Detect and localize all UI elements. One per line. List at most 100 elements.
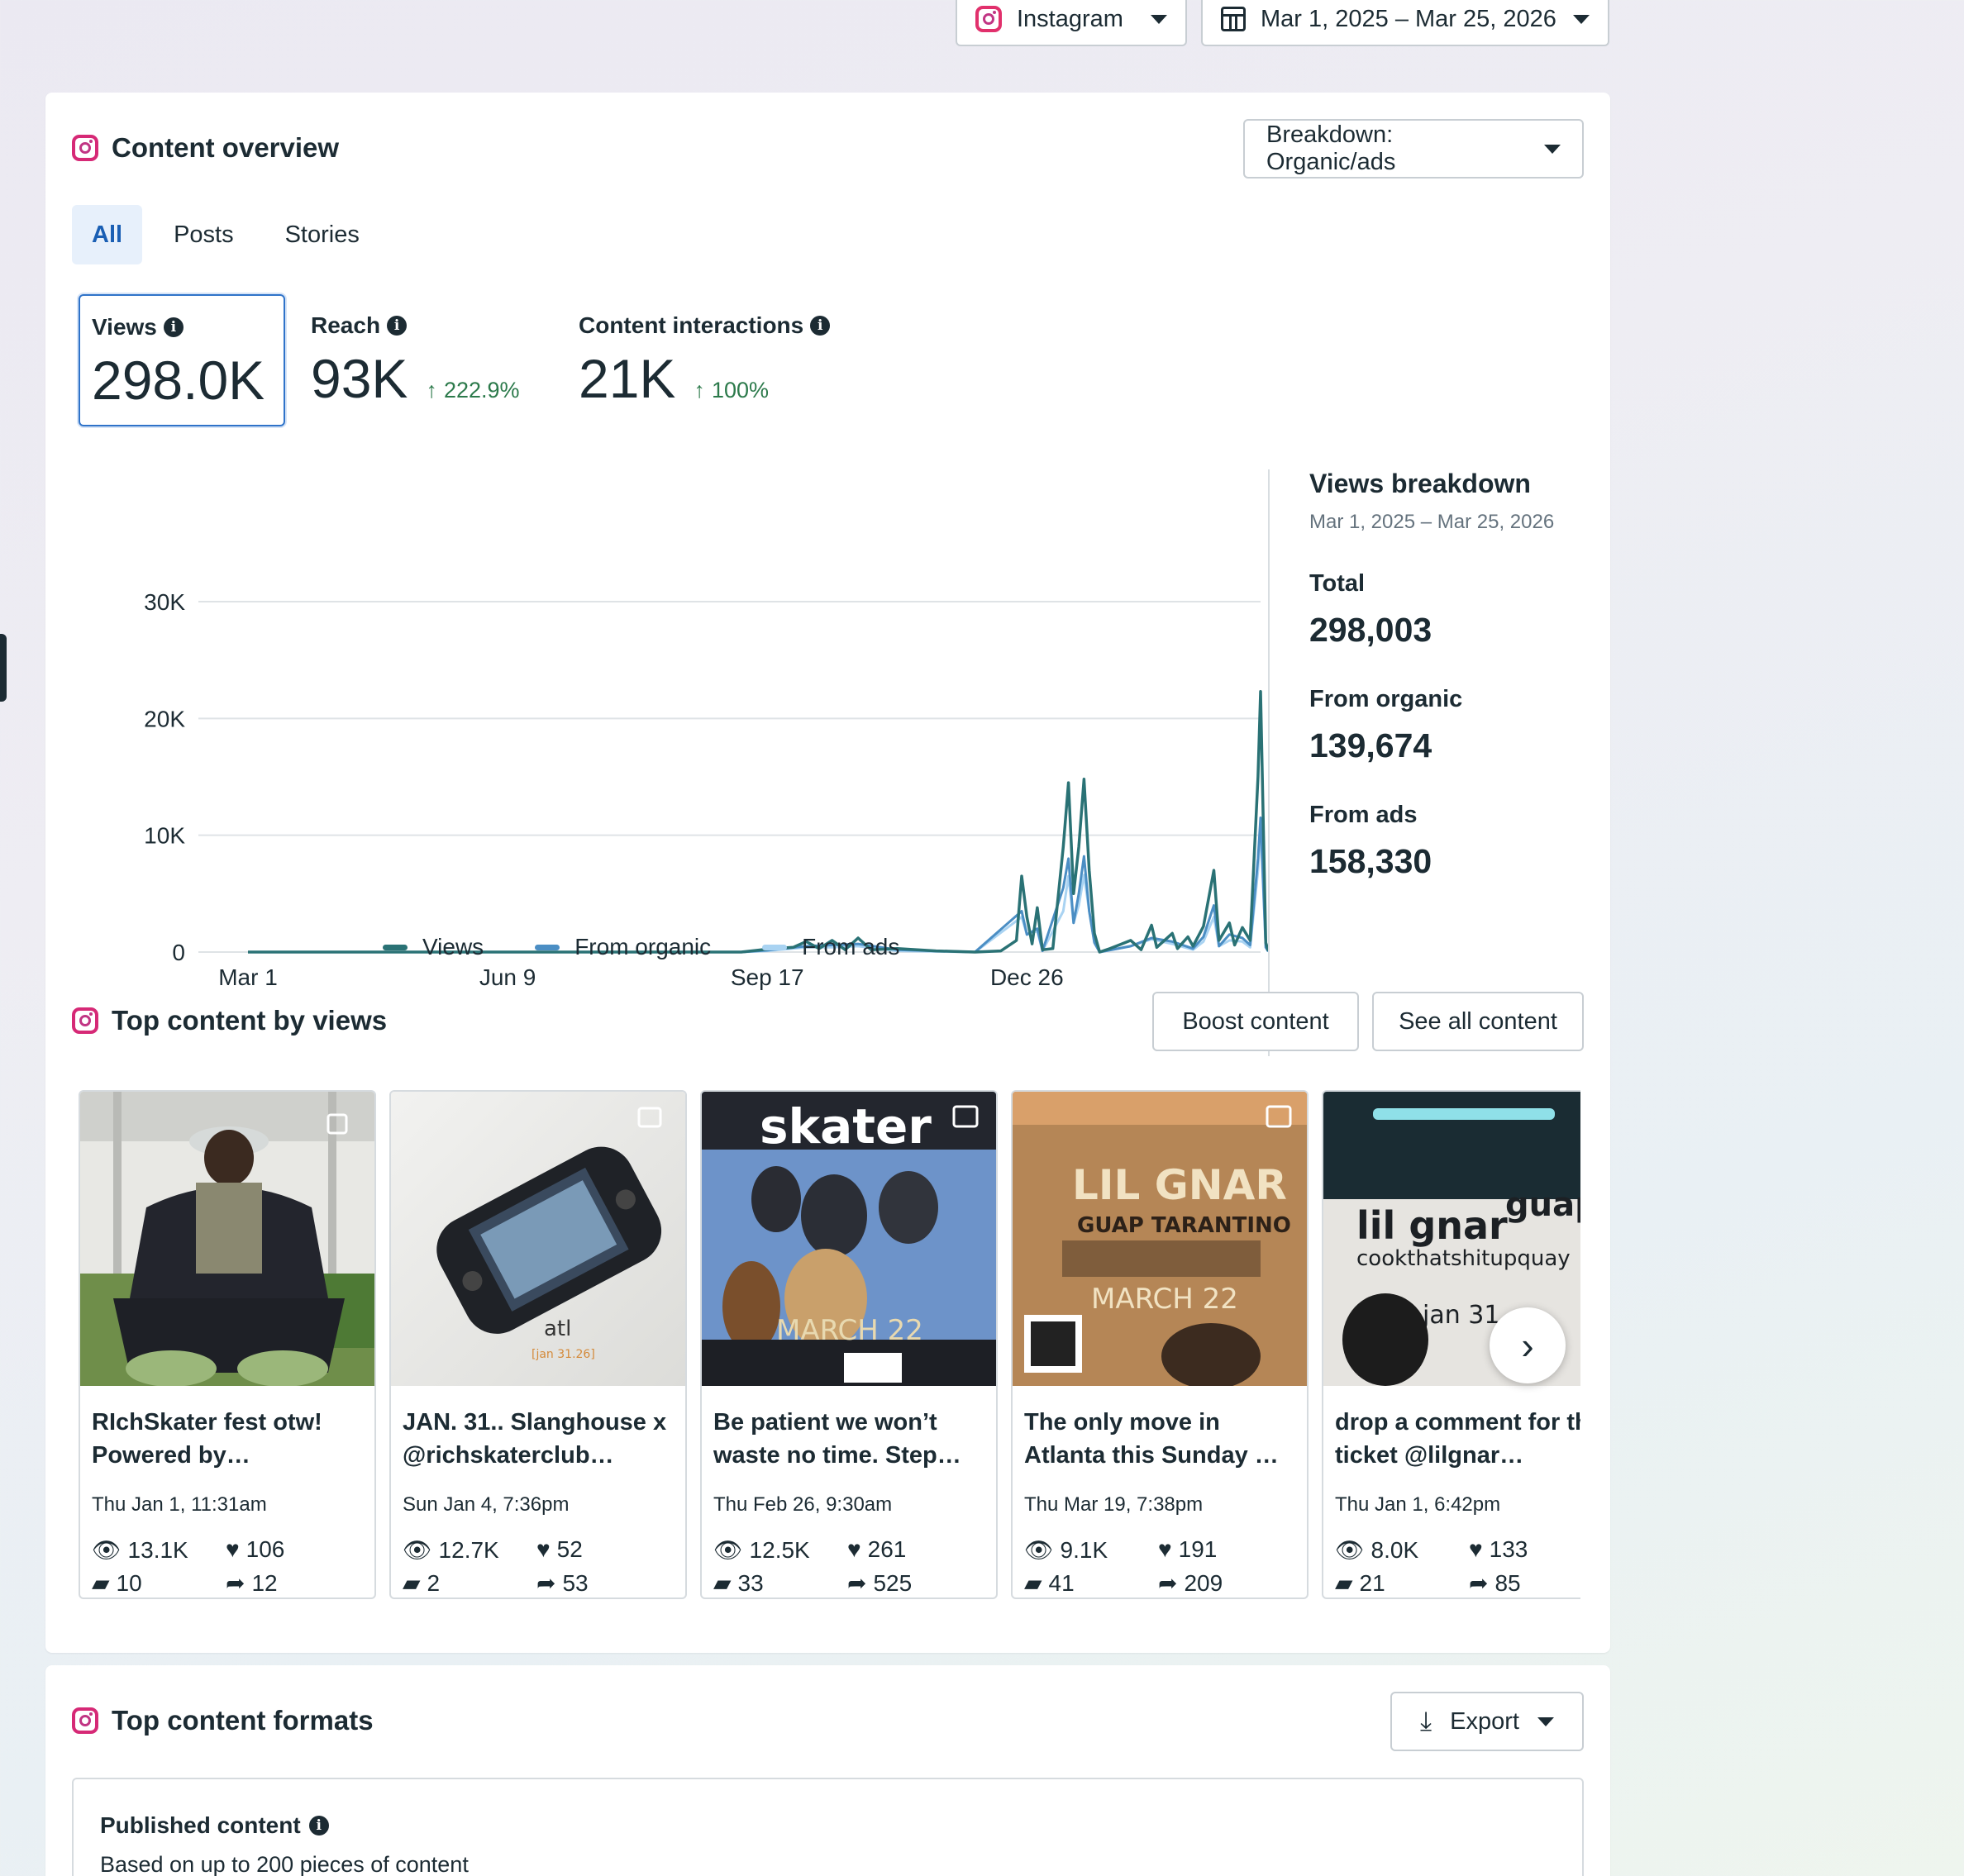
platform-selector[interactable]: Instagram [956, 0, 1187, 46]
instagram-icon [72, 1707, 98, 1734]
stat-value: 12 [251, 1569, 278, 1596]
info-icon[interactable]: i [387, 316, 408, 336]
top-content-carousel: RIchSkater fest otw! Powered by… Thu Jan… [79, 1090, 1580, 1611]
button-label: Boost content [1182, 1007, 1329, 1035]
stat-value: 261 [867, 1536, 907, 1562]
post-thumbnail[interactable]: atl [jan 31.26] [391, 1092, 685, 1386]
views-stat: 👁 8.0K [1335, 1536, 1418, 1564]
metric-value-text: 298.0K [92, 350, 265, 411]
delta-text: 100% [711, 378, 769, 402]
date-range-selector[interactable]: Mar 1, 2025 – Mar 25, 2026 [1201, 0, 1609, 46]
stat-value: 12.7K [438, 1536, 499, 1563]
likes-stat: ♥ 106 [226, 1536, 284, 1563]
instagram-icon [975, 6, 1002, 32]
section-title-text: Top content by views [112, 1005, 388, 1036]
calendar-icon [1221, 7, 1246, 31]
post-date: Thu Mar 19, 7:38pm [1024, 1493, 1204, 1516]
breakdown-ads-label: From ads [1309, 802, 1418, 828]
share-icon: ➦ [226, 1570, 246, 1596]
section-title-text: Top content formats [112, 1705, 374, 1736]
post-thumbnail[interactable]: skater MARCH 22 [702, 1092, 996, 1386]
post-card[interactable]: RIchSkater fest otw! Powered by… Thu Jan… [79, 1090, 376, 1599]
views-breakdown-panel: Views breakdown Mar 1, 2025 – Mar 25, 20… [1309, 469, 1574, 881]
chart-svg: 0 10K 20K 30K Mar 1 Jun 9 Sep 17 Dec 26 [144, 589, 1270, 990]
info-icon[interactable]: i [308, 1816, 329, 1836]
comments-stat: ▰ 10 [92, 1569, 142, 1597]
tab-all[interactable]: All [72, 205, 143, 264]
svg-text:[jan 31.26]: [jan 31.26] [532, 1348, 595, 1361]
svg-text:cookthatshitupquay: cookthatshitupquay [1356, 1246, 1571, 1271]
comments-stat: ▰ 33 [713, 1569, 764, 1597]
side-panel-handle[interactable] [0, 634, 7, 702]
stat-value: 85 [1494, 1569, 1521, 1596]
shares-stat: ➦ 209 [1158, 1569, 1223, 1597]
post-date: Thu Feb 26, 9:30am [713, 1493, 893, 1516]
post-thumbnail[interactable] [80, 1092, 374, 1386]
download-icon: ⤓ [1420, 1706, 1432, 1736]
svg-text:jan 31: jan 31 [1422, 1301, 1499, 1330]
comment-icon: ▰ [1024, 1570, 1042, 1596]
likes-stat: ♥ 133 [1469, 1536, 1528, 1563]
x-tick-label: Mar 1 [218, 964, 278, 990]
views-stat: 👁 13.1K [92, 1536, 188, 1564]
top-formats-title: Top content formats [72, 1705, 374, 1736]
content-type-tabs: All Posts Stories [72, 205, 379, 264]
post-card[interactable]: skater MARCH 22 Be patient we won’t wast… [700, 1090, 998, 1599]
legend-label: From ads [802, 934, 900, 959]
eye-icon: 👁 [1024, 1537, 1054, 1563]
button-label: Export [1450, 1707, 1519, 1735]
views-stat: 👁 12.5K [713, 1536, 810, 1564]
svg-text:GUAP TARANTINO: GUAP TARANTINO [1077, 1213, 1291, 1238]
breakdown-dropdown[interactable]: Breakdown: Organic/ads [1243, 119, 1584, 179]
arrow-up-icon: ↑ [694, 378, 705, 402]
comment-icon: ▰ [1335, 1570, 1353, 1596]
series-line-views [248, 690, 1270, 954]
post-thumbnail-image: LIL GNAR GUAP TARANTINO MARCH 22 [1013, 1092, 1307, 1386]
metric-views[interactable]: Views i 298.0K [79, 294, 285, 426]
legend-swatch-organic [535, 944, 560, 950]
post-card[interactable]: LIL GNAR GUAP TARANTINO MARCH 22 The onl… [1011, 1090, 1309, 1599]
shares-stat: ➦ 85 [1469, 1569, 1521, 1597]
tab-stories[interactable]: Stories [265, 205, 379, 264]
carousel-next-button[interactable]: › [1490, 1307, 1566, 1383]
legend-item-organic[interactable]: From organic [535, 934, 711, 960]
date-range-label: Mar 1, 2025 – Mar 25, 2026 [1261, 5, 1556, 32]
y-tick-label: 0 [172, 940, 185, 965]
svg-text:MARCH 22: MARCH 22 [776, 1314, 923, 1347]
legend-item-ads[interactable]: From ads [762, 934, 899, 960]
tab-posts[interactable]: Posts [154, 205, 254, 264]
top-content-formats-card: Top content formats ⤓ Export Published c… [45, 1665, 1610, 1876]
y-tick-label: 30K [144, 589, 185, 615]
svg-text:guap: guap [1505, 1186, 1580, 1224]
share-icon: ➦ [536, 1570, 556, 1596]
comment-icon: ▰ [713, 1570, 732, 1596]
content-overview-card: Content overview Breakdown: Organic/ads … [45, 93, 1610, 1653]
stat-value: 209 [1184, 1569, 1223, 1596]
post-card[interactable]: atl [jan 31.26] JAN. 31.. Slanghouse x @… [389, 1090, 687, 1599]
boost-content-button[interactable]: Boost content [1152, 992, 1359, 1051]
post-caption: The only move in Atlanta this Sunday … [1024, 1409, 1279, 1469]
svg-text:skater: skater [760, 1098, 932, 1155]
share-icon: ➦ [1469, 1570, 1489, 1596]
share-icon: ➦ [847, 1570, 867, 1596]
metric-value: 93K ↑ 222.9% [311, 347, 559, 410]
legend-item-views[interactable]: Views [383, 934, 484, 960]
shares-stat: ➦ 12 [226, 1569, 278, 1597]
stat-value: 8.0K [1371, 1536, 1419, 1563]
info-icon[interactable]: i [163, 317, 184, 337]
post-date: Sun Jan 4, 7:36pm [403, 1493, 570, 1516]
see-all-content-button[interactable]: See all content [1372, 992, 1584, 1051]
heart-icon: ♥ [226, 1536, 240, 1562]
chart-legend: Views From organic From ads [383, 934, 899, 960]
stat-value: 33 [737, 1569, 764, 1596]
post-date: Thu Jan 1, 11:31am [92, 1493, 267, 1516]
metric-reach[interactable]: Reach i 93K ↑ 222.9% [311, 294, 559, 426]
post-caption: Be patient we won’t waste no time. Step… [713, 1409, 961, 1469]
svg-text:MARCH 22: MARCH 22 [1091, 1283, 1238, 1316]
post-thumbnail[interactable]: LIL GNAR GUAP TARANTINO MARCH 22 [1013, 1092, 1307, 1386]
info-icon[interactable]: i [810, 316, 831, 336]
metric-content-interactions[interactable]: Content interactions i 21K ↑ 100% [579, 294, 876, 426]
y-tick-label: 10K [144, 823, 185, 849]
stat-value: 52 [556, 1536, 583, 1562]
export-button[interactable]: ⤓ Export [1390, 1692, 1584, 1751]
